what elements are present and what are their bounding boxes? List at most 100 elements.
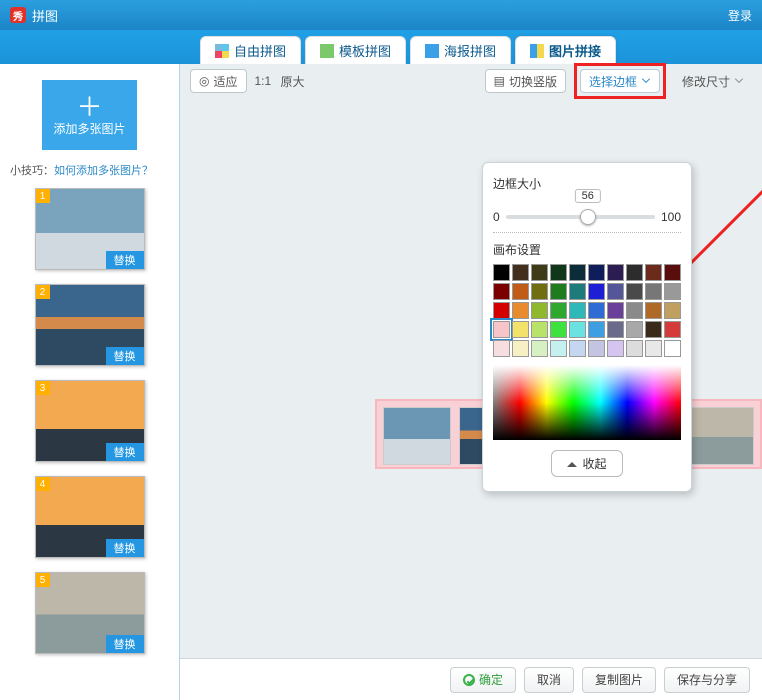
color-swatch[interactable] [588,302,605,319]
replace-button[interactable]: 替换 [106,539,144,557]
app-logo: 秀 [10,7,26,23]
replace-button[interactable]: 替换 [106,251,144,269]
color-swatch[interactable] [531,283,548,300]
color-swatch[interactable] [626,264,643,281]
color-swatch[interactable] [664,321,681,338]
scale-label: 1:1 原大 [255,73,305,90]
login-link[interactable]: 登录 [728,7,752,24]
color-swatch[interactable] [493,302,510,319]
replace-button[interactable]: 替换 [106,347,144,365]
color-swatch[interactable] [493,340,510,357]
thumbnail[interactable]: 1替换 [35,188,145,270]
select-border-highlight: 选择边框 [574,63,666,99]
ok-button[interactable]: 确定 [450,667,516,693]
titlebar: 秀 拼图 登录 [0,0,762,30]
color-swatch[interactable] [512,264,529,281]
color-swatch[interactable] [645,264,662,281]
color-swatch[interactable] [607,283,624,300]
slider-min: 0 [493,210,500,224]
replace-button[interactable]: 替换 [106,635,144,653]
color-swatch[interactable] [531,302,548,319]
tab-poster[interactable]: 海报拼图 [410,36,511,64]
color-swatch[interactable] [664,264,681,281]
footer-bar: 确定 取消 复制图片 保存与分享 [180,658,762,700]
thumbnail-list: 1替换 2替换 3替换 4替换 5替换 [10,188,169,700]
slider-knob[interactable] [580,209,596,225]
color-gradient-picker[interactable] [493,365,681,440]
color-swatch[interactable] [550,302,567,319]
collapse-button[interactable]: 收起 [551,450,623,477]
thumbnail[interactable]: 3替换 [35,380,145,462]
thumbnail[interactable]: 4替换 [35,476,145,558]
plus-icon: ＋ [76,94,102,120]
color-swatch[interactable] [569,321,586,338]
cancel-button[interactable]: 取消 [524,667,574,693]
color-swatch[interactable] [645,340,662,357]
thumbnail[interactable]: 2替换 [35,284,145,366]
canvas-toolbar: ◎适应 1:1 原大 ▤切换竖版 选择边框 修改尺寸 [180,64,762,98]
collage-cell[interactable] [383,407,451,465]
color-swatch[interactable] [493,283,510,300]
color-swatch[interactable] [626,321,643,338]
color-swatch[interactable] [588,340,605,357]
color-swatch[interactable] [626,340,643,357]
collage-cell[interactable] [686,407,754,465]
color-swatch[interactable] [664,283,681,300]
color-swatch[interactable] [531,264,548,281]
color-swatch[interactable] [550,264,567,281]
tab-bar: 自由拼图 模板拼图 海报拼图 图片拼接 [0,30,762,64]
color-swatch[interactable] [512,302,529,319]
color-swatch[interactable] [569,283,586,300]
save-share-button[interactable]: 保存与分享 [664,667,750,693]
color-swatch[interactable] [550,321,567,338]
color-swatch[interactable] [664,302,681,319]
tab-template[interactable]: 模板拼图 [305,36,406,64]
free-icon [215,44,229,58]
canvas-area: ◎适应 1:1 原大 ▤切换竖版 选择边框 修改尺寸 ✋可拖动 边框大小 0 [180,64,762,700]
color-swatch[interactable] [588,264,605,281]
color-swatch[interactable] [493,321,510,338]
color-swatch[interactable] [645,302,662,319]
border-size-slider[interactable]: 56 [506,215,655,219]
color-swatch[interactable] [588,283,605,300]
color-swatch[interactable] [607,321,624,338]
color-swatch[interactable] [531,340,548,357]
color-swatch[interactable] [493,264,510,281]
color-swatch[interactable] [531,321,548,338]
color-swatch[interactable] [626,283,643,300]
sidebar: ＋ 添加多张图片 小技巧：如何添加多张图片？ 1替换 2替换 3替换 4替换 5… [0,64,180,700]
check-icon [463,674,475,686]
color-swatch[interactable] [588,321,605,338]
color-swatch[interactable] [550,283,567,300]
resize-button[interactable]: 修改尺寸 [674,69,752,93]
color-swatch[interactable] [569,340,586,357]
poster-icon [425,44,439,58]
color-swatch[interactable] [512,340,529,357]
color-swatch[interactable] [607,302,624,319]
color-swatch[interactable] [512,321,529,338]
color-swatch[interactable] [569,264,586,281]
tip-link[interactable]: 如何添加多张图片？ [54,165,153,177]
add-images-button[interactable]: ＋ 添加多张图片 [42,80,137,150]
color-swatch[interactable] [645,321,662,338]
toggle-vertical-button[interactable]: ▤切换竖版 [485,69,566,93]
layout-icon: ▤ [494,74,505,88]
fit-button[interactable]: ◎适应 [190,69,247,93]
chevron-down-icon [642,75,650,83]
color-swatch[interactable] [645,283,662,300]
target-icon: ◎ [199,74,209,88]
color-swatch[interactable] [512,283,529,300]
tab-free[interactable]: 自由拼图 [200,36,301,64]
select-border-button[interactable]: 选择边框 [580,69,660,93]
thumbnail[interactable]: 5替换 [35,572,145,654]
color-swatch[interactable] [626,302,643,319]
chevron-down-icon [735,75,743,83]
color-swatch[interactable] [550,340,567,357]
color-swatch[interactable] [607,264,624,281]
copy-image-button[interactable]: 复制图片 [582,667,656,693]
color-swatch[interactable] [664,340,681,357]
color-swatch[interactable] [569,302,586,319]
replace-button[interactable]: 替换 [106,443,144,461]
color-swatch[interactable] [607,340,624,357]
tab-stitch[interactable]: 图片拼接 [515,36,616,64]
